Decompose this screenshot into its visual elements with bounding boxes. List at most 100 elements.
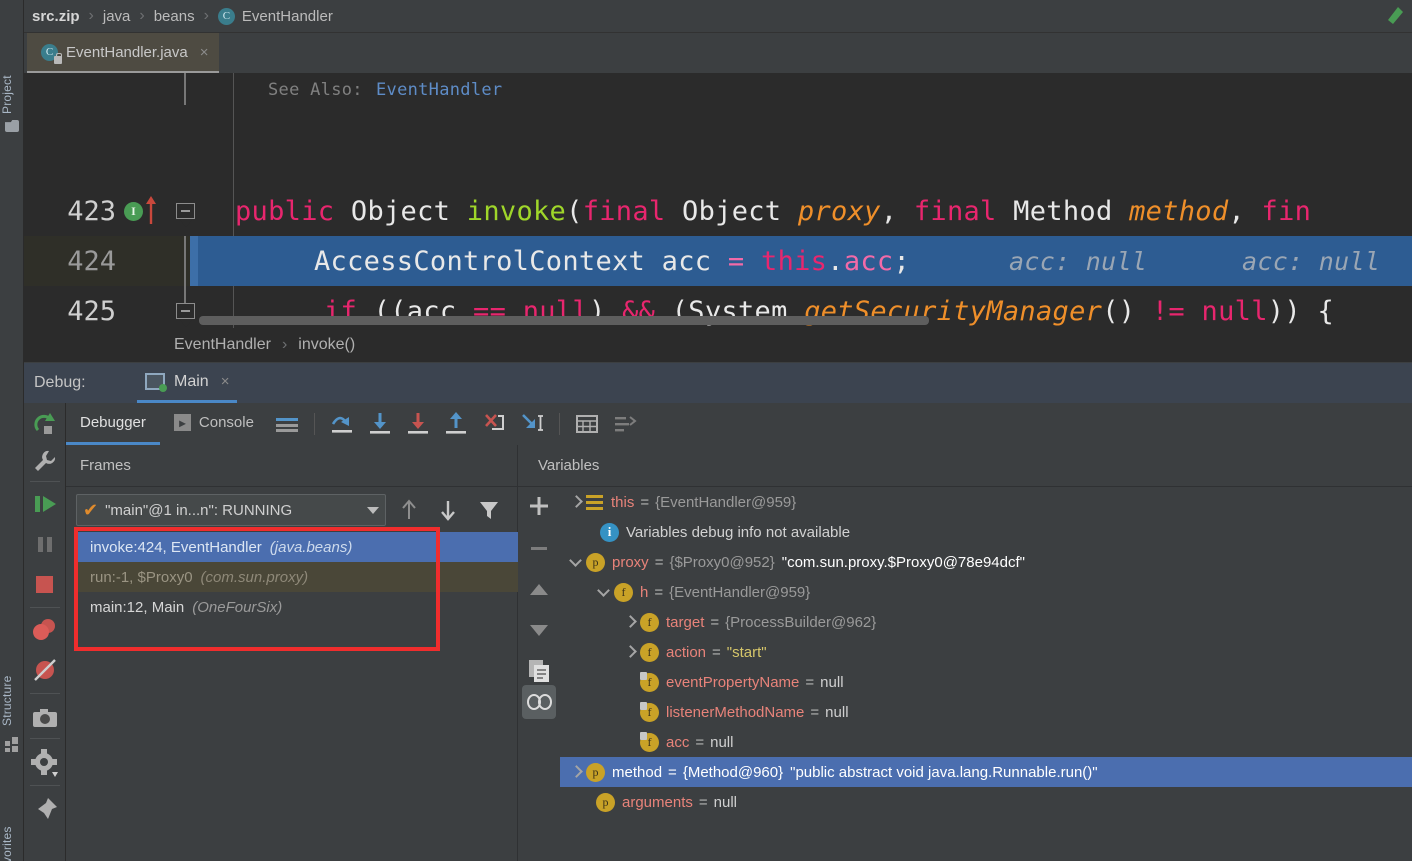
equals-sign: = xyxy=(655,554,664,571)
variable-row-listenermethodname[interactable]: f listenerMethodName = null xyxy=(560,697,1412,727)
frames-pane-header: Frames xyxy=(66,445,518,487)
variable-row-h[interactable]: f h = {EventHandler@959} xyxy=(560,577,1412,607)
tool-window-structure-label: Structure xyxy=(0,676,14,727)
remove-watch-icon[interactable] xyxy=(524,533,554,563)
close-icon[interactable]: × xyxy=(221,373,230,390)
variable-row-arguments[interactable]: p arguments = null xyxy=(560,787,1412,817)
debug-info-message: Variables debug info not available xyxy=(626,524,850,541)
settings-gear-icon[interactable] xyxy=(30,748,60,778)
add-watch-icon[interactable] xyxy=(524,491,554,521)
variable-row-acc[interactable]: f acc = null xyxy=(560,727,1412,757)
drop-frame-icon[interactable] xyxy=(479,409,509,439)
editor-tab-eventhandler[interactable]: C EventHandler.java × xyxy=(27,33,219,73)
tool-window-favorites-label: avorites xyxy=(0,826,14,861)
variable-row-eventpropertyname[interactable]: f eventPropertyName = null xyxy=(560,667,1412,697)
move-up-icon[interactable] xyxy=(524,575,554,605)
info-icon: i xyxy=(600,523,619,542)
equals-sign: = xyxy=(805,674,814,691)
fold-collapse-icon[interactable] xyxy=(176,203,195,219)
force-step-into-icon[interactable] xyxy=(403,409,433,439)
frame-location: invoke:424, EventHandler xyxy=(90,539,262,556)
evaluate-expression-icon[interactable] xyxy=(572,409,602,439)
fold-collapse-icon[interactable] xyxy=(176,303,195,319)
watches-toggle-icon[interactable] xyxy=(522,685,556,719)
variable-row-method[interactable]: p method = {Method@960} "public abstract… xyxy=(560,757,1412,787)
tool-window-favorites[interactable]: avorites xyxy=(0,790,24,861)
expand-arrow-icon[interactable] xyxy=(568,494,584,510)
class-icon: C xyxy=(218,8,235,25)
line-number: 424 xyxy=(24,246,116,277)
method-overrides-arrow-icon[interactable] xyxy=(146,196,156,224)
equals-sign: = xyxy=(695,734,704,751)
breadcrumb-item-2[interactable]: beans xyxy=(154,8,195,25)
resume-program-icon[interactable] xyxy=(30,489,60,519)
stop-icon[interactable] xyxy=(30,569,60,599)
parameter-icon: p xyxy=(596,793,615,812)
editor-horizontal-scrollbar[interactable] xyxy=(199,316,929,325)
settings-wrench-icon[interactable] xyxy=(30,447,60,477)
tab-debugger[interactable]: Debugger xyxy=(66,403,160,445)
frame-package: (java.beans) xyxy=(270,539,353,556)
collapse-arrow-icon[interactable] xyxy=(568,554,584,570)
step-out-icon[interactable] xyxy=(441,409,471,439)
debug-session-tab-main[interactable]: Main × xyxy=(137,363,237,403)
variable-string: "com.sun.proxy.$Proxy0@78e94dcf" xyxy=(782,554,1025,571)
code-editor[interactable]: See Also: EventHandler 423 I public Obje… xyxy=(24,73,1412,328)
pin-tab-icon[interactable] xyxy=(30,795,60,825)
line-number: 425 xyxy=(24,296,116,327)
code-line-javadoc: See Also: EventHandler xyxy=(24,73,1412,115)
move-down-icon[interactable] xyxy=(524,615,554,645)
debug-tool-window-header: Debug: Main × xyxy=(24,363,1412,403)
tool-window-project[interactable]: Project xyxy=(0,44,24,114)
code-line-423: 423 I public Object invoke(final Object … xyxy=(24,186,1412,236)
frame-row-0[interactable]: invoke:424, EventHandler (java.beans) xyxy=(76,532,518,562)
javadoc-see-also: See Also: xyxy=(268,80,363,100)
variable-row-this[interactable]: this = {EventHandler@959} xyxy=(560,487,1412,517)
variable-name: arguments xyxy=(622,794,693,811)
frames-up-icon[interactable] xyxy=(396,497,422,523)
close-icon[interactable]: × xyxy=(200,44,209,61)
breadcrumb-item-1[interactable]: java xyxy=(103,8,131,25)
run-to-cursor-icon[interactable] xyxy=(517,409,547,439)
variables-pane[interactable]: this = {EventHandler@959} i Variables de… xyxy=(560,487,1412,861)
javadoc-link[interactable]: EventHandler xyxy=(376,80,502,100)
thread-selector-dropdown[interactable]: ✔ "main"@1 in...n": RUNNING xyxy=(76,494,386,526)
tab-debugger-label: Debugger xyxy=(80,414,146,431)
frames-list[interactable]: invoke:424, EventHandler (java.beans) ru… xyxy=(76,532,518,622)
step-over-icon[interactable] xyxy=(327,409,357,439)
inspections-widget-icon[interactable] xyxy=(1384,4,1406,26)
collapse-arrow-icon[interactable] xyxy=(596,584,612,600)
breadcrumb-item-0[interactable]: src.zip xyxy=(32,8,80,25)
variable-row-action[interactable]: f action = "start" xyxy=(560,637,1412,667)
code-text-424: AccessControlContext acc = this.acc; xyxy=(314,246,910,277)
inline-debug-hint-1[interactable]: acc: null xyxy=(1009,247,1147,276)
filter-icon[interactable] xyxy=(476,497,502,523)
tool-window-structure[interactable]: Structure xyxy=(0,640,24,726)
breadcrumb-class[interactable]: EventHandler xyxy=(174,336,271,354)
breadcrumb-item-3[interactable]: EventHandler xyxy=(242,8,333,25)
expand-arrow-icon[interactable] xyxy=(622,614,638,630)
expand-arrow-icon[interactable] xyxy=(568,764,584,780)
view-breakpoints-icon[interactable] xyxy=(30,615,60,645)
screenshot-icon[interactable] xyxy=(30,703,60,733)
variable-row-target[interactable]: f target = {ProcessBuilder@962} xyxy=(560,607,1412,637)
mute-breakpoints-icon[interactable] xyxy=(30,655,60,685)
mute-breakpoints-toolbar-icon[interactable] xyxy=(610,409,640,439)
breadcrumb-separator: › xyxy=(204,7,209,25)
frame-row-1[interactable]: run:-1, $Proxy0 (com.sun.proxy) xyxy=(76,562,518,592)
variable-value: null xyxy=(820,674,843,691)
layout-settings-icon[interactable] xyxy=(272,409,302,439)
frames-down-icon[interactable] xyxy=(435,497,461,523)
implementing-method-icon[interactable]: I xyxy=(124,202,143,221)
variable-row-proxy[interactable]: p proxy = {$Proxy0@952} "com.sun.proxy.$… xyxy=(560,547,1412,577)
debug-action-rail xyxy=(24,403,66,861)
rerun-icon[interactable] xyxy=(30,411,60,441)
tab-console[interactable]: ▸ Console xyxy=(160,403,268,445)
frame-row-2[interactable]: main:12, Main (OneFourSix) xyxy=(76,592,518,622)
step-into-icon[interactable] xyxy=(365,409,395,439)
expand-arrow-icon[interactable] xyxy=(622,644,638,660)
copy-value-icon[interactable] xyxy=(524,655,554,685)
pause-program-icon[interactable] xyxy=(30,529,60,559)
inline-debug-hint-2[interactable]: acc: null xyxy=(1242,247,1380,276)
breadcrumb-method[interactable]: invoke() xyxy=(298,336,355,354)
